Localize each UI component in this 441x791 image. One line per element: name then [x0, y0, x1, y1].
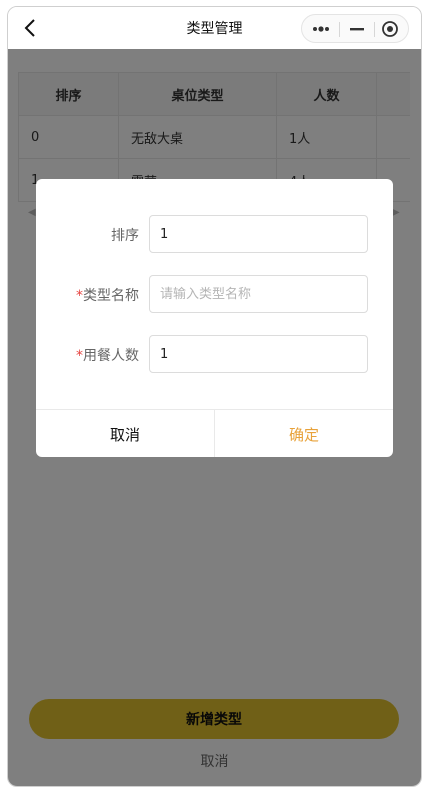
dialog-confirm-button[interactable]: 确定: [215, 410, 393, 457]
target-icon[interactable]: [381, 20, 399, 38]
form-row-type-name: *类型名称: [36, 275, 393, 313]
edit-type-dialog: 排序 *类型名称 *用餐人数 取消 确定: [36, 179, 393, 457]
required-mark: *: [76, 288, 83, 304]
form-row-order: 排序: [36, 215, 393, 253]
more-dots-icon[interactable]: [310, 22, 332, 36]
capsule-divider: [374, 22, 375, 37]
type-name-input[interactable]: [149, 275, 368, 313]
form-row-diners: *用餐人数: [36, 335, 393, 373]
field-label-text: 用餐人数: [83, 348, 139, 364]
dialog-cancel-button[interactable]: 取消: [36, 410, 215, 457]
diners-label: *用餐人数: [36, 345, 139, 365]
mini-program-capsule: [301, 14, 409, 43]
field-label-text: 排序: [111, 228, 139, 244]
capsule-divider: [339, 22, 340, 37]
order-input[interactable]: [149, 215, 368, 253]
field-label-text: 类型名称: [83, 288, 139, 304]
navigation-bar: 类型管理: [8, 7, 421, 49]
required-mark: *: [76, 348, 83, 364]
dialog-footer: 取消 确定: [36, 409, 393, 457]
type-name-label: *类型名称: [36, 285, 139, 305]
diners-input[interactable]: [149, 335, 368, 373]
minimize-icon[interactable]: [346, 22, 368, 36]
phone-frame: 类型管理 排序 桌位类型: [7, 6, 422, 787]
order-label: 排序: [36, 225, 139, 245]
